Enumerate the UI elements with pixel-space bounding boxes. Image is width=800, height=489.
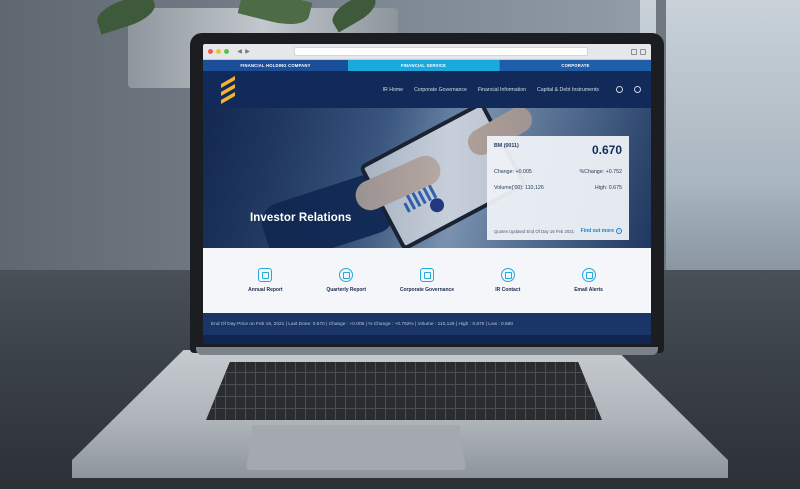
laptop-keyboard xyxy=(206,362,602,420)
stock-quote-card: BM (0011) 0.670 Change: +0.005 %Change: … xyxy=(487,136,629,240)
nav-item-ir-home[interactable]: IR Home xyxy=(383,87,403,93)
stock-price: 0.670 xyxy=(591,143,622,157)
stock-volume: Volume('00): 110,126 xyxy=(494,185,544,191)
quick-link-label: Email Alerts xyxy=(574,287,603,293)
nav-item-capital-debt[interactable]: Capital & Debt Instruments xyxy=(537,87,599,93)
close-window-button[interactable] xyxy=(208,49,213,54)
quick-link-label: IR Contact xyxy=(495,287,521,293)
quick-link-annual-report[interactable]: Annual Report xyxy=(230,268,300,293)
company-strip: FINANCIAL HOLDING COMPANY FINANCIAL SERV… xyxy=(203,60,651,71)
laptop-trackpad xyxy=(246,425,466,470)
price-ticker: End Of Day Price on Feb 16, 2021 | Last … xyxy=(203,313,651,335)
quick-links: Annual Report Quarterly Report Corporate… xyxy=(203,248,651,313)
bell-icon xyxy=(581,268,596,282)
quick-link-label: Quarterly Report xyxy=(326,287,367,293)
stock-change: Change: +0.005 xyxy=(494,169,532,175)
quick-link-label: Corporate Governance xyxy=(399,287,455,293)
strip-tab-corporate[interactable]: CORPORATE xyxy=(499,60,651,71)
quick-link-label: Annual Report xyxy=(248,287,283,293)
stock-symbol: BM (0011) xyxy=(494,143,519,149)
site-header: IR Home Corporate Governance Financial I… xyxy=(203,71,651,108)
maximize-window-button[interactable] xyxy=(224,49,229,54)
quick-link-quarterly-report[interactable]: Quarterly Report xyxy=(311,268,381,293)
forward-arrow-icon[interactable]: ▶ xyxy=(244,48,251,56)
quick-link-corporate-governance[interactable]: Corporate Governance xyxy=(392,268,462,293)
hero-banner: Investor Relations BM (0011) 0.670 Chang… xyxy=(203,108,651,248)
company-logo-icon[interactable] xyxy=(221,75,235,104)
quick-link-email-alerts[interactable]: Email Alerts xyxy=(554,268,624,293)
phone-icon xyxy=(500,268,515,282)
share-icon[interactable] xyxy=(631,48,637,55)
quick-link-ir-contact[interactable]: IR Contact xyxy=(473,268,543,293)
search-icon[interactable] xyxy=(616,86,623,93)
find-out-more-link[interactable]: Find out more › xyxy=(581,228,622,234)
report-icon xyxy=(258,268,273,282)
tabs-icon[interactable] xyxy=(640,48,646,55)
minimize-window-button[interactable] xyxy=(216,49,221,54)
address-bar[interactable] xyxy=(294,47,588,56)
globe-icon[interactable] xyxy=(634,86,641,93)
browser-toolbar: ◀ ▶ xyxy=(203,44,651,60)
page-title: Investor Relations xyxy=(250,212,352,224)
nav-item-corporate-governance[interactable]: Corporate Governance xyxy=(414,87,467,93)
chevron-right-icon: › xyxy=(616,228,622,234)
quote-updated-text: Quotes Updated End Of Day 16 Feb 2021 xyxy=(494,228,575,234)
chart-icon xyxy=(419,268,434,282)
browser-actions xyxy=(631,48,646,55)
back-arrow-icon[interactable]: ◀ xyxy=(236,48,243,56)
stock-high: High: 0.675 xyxy=(594,185,622,191)
browser-nav: ◀ ▶ xyxy=(236,48,251,56)
stock-pct-change: %Change: +0.752 xyxy=(579,169,622,175)
strip-tab-holding[interactable]: FINANCIAL HOLDING COMPANY xyxy=(203,60,348,71)
pie-chart-icon xyxy=(339,268,354,282)
main-nav: IR Home Corporate Governance Financial I… xyxy=(383,86,641,93)
nav-item-financial-information[interactable]: Financial Information xyxy=(478,87,526,93)
strip-tab-financial-service[interactable]: FINANCIAL SERVICE xyxy=(348,60,499,71)
laptop-hinge xyxy=(196,347,658,355)
laptop-screen: ◀ ▶ FINANCIAL HOLDING COMPANY FINANCIAL … xyxy=(203,44,651,344)
find-out-more-label: Find out more xyxy=(580,228,614,234)
